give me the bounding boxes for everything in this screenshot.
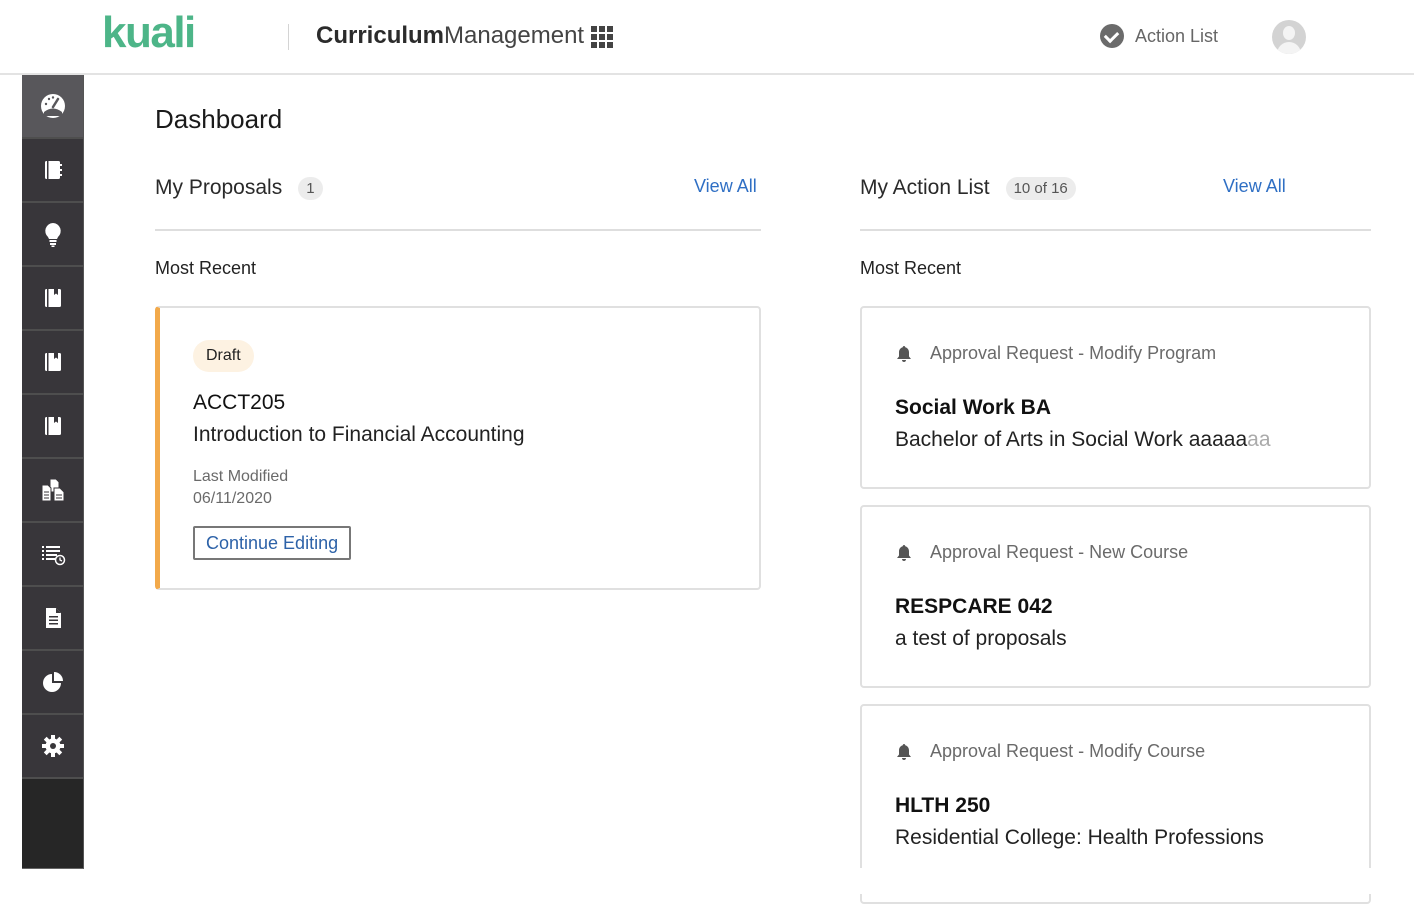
app-name-light: Management <box>444 22 585 49</box>
user-avatar-icon[interactable] <box>1272 20 1306 54</box>
sidebar-item-proposals[interactable] <box>22 203 83 267</box>
kuali-logo[interactable]: kuali <box>102 8 196 58</box>
gear-icon <box>41 735 64 757</box>
header-divider <box>288 24 289 50</box>
bell-icon <box>897 544 911 561</box>
action-item-card[interactable]: Approval Request - New Course RESPCARE 0… <box>860 505 1371 688</box>
action-list-count-badge: 10 of 16 <box>1005 176 1076 200</box>
continue-editing-button[interactable]: Continue Editing <box>193 526 352 560</box>
sidebar-item-analytics[interactable] <box>22 651 83 715</box>
action-item-description-faded: aa <box>1247 428 1271 451</box>
proposals-divider <box>155 229 761 231</box>
sidebar-item-settings[interactable] <box>22 715 83 779</box>
app-name: CurriculumManagement <box>316 22 584 50</box>
action-list-header: My Action List 10 of 16 <box>860 172 1076 204</box>
document-icon <box>45 608 61 628</box>
action-item-type-label: Approval Request - Modify Program <box>930 343 1217 363</box>
action-list-label: Action List <box>1135 25 1219 46</box>
proposals-header: My Proposals 1 <box>155 172 323 204</box>
action-list-subheading: Most Recent <box>860 258 962 278</box>
proposals-count-badge: 1 <box>298 176 323 200</box>
action-item-code: RESPCARE 042 <box>895 595 1053 618</box>
action-list-divider <box>860 229 1371 231</box>
bell-icon <box>897 345 911 362</box>
action-item-description-text: Bachelor of Arts in Social Work aaaaa <box>895 428 1248 451</box>
action-item-type: Approval Request - Modify Course <box>895 741 1205 762</box>
last-modified-label: Last Modified <box>193 468 289 485</box>
proposal-code: ACCT205 <box>193 391 286 414</box>
action-item-description: Bachelor of Arts in Social Work aaaaaaa <box>895 428 1271 452</box>
status-badge: Draft <box>193 340 254 372</box>
action-item-type: Approval Request - New Course <box>895 542 1188 563</box>
proposals-view-all-link[interactable]: View All <box>694 176 757 197</box>
book-icon <box>44 417 61 435</box>
proposal-title: Introduction to Financial Accounting <box>193 423 525 446</box>
viewport-bottom-edge <box>84 868 1426 894</box>
action-item-card[interactable]: Approval Request - Modify Program Social… <box>860 306 1371 489</box>
action-item-description: Residential College: Health Professions <box>895 826 1264 849</box>
lightbulb-icon <box>44 223 61 247</box>
sidebar-item-action-list[interactable] <box>22 523 83 587</box>
page-title: Dashboard <box>155 104 283 134</box>
action-item-type: Approval Request - Modify Program <box>895 343 1216 364</box>
bell-icon <box>897 743 911 760</box>
action-item-description: a test of proposals <box>895 627 1067 650</box>
action-item-type-label: Approval Request - New Course <box>930 542 1189 562</box>
sidebar-item-programs[interactable] <box>22 139 83 203</box>
action-item-code: HLTH 250 <box>895 794 991 817</box>
check-circle-icon <box>1100 24 1124 48</box>
book-icon <box>44 289 61 307</box>
sidebar-item-reports[interactable] <box>22 587 83 651</box>
sidebar-item-specializations[interactable] <box>22 331 83 395</box>
proposals-title: My Proposals <box>155 176 283 199</box>
notebook-icon <box>44 161 62 179</box>
list-clock-icon <box>41 546 65 566</box>
book-icon <box>44 353 61 371</box>
speedometer-icon <box>40 94 65 118</box>
action-item-code: Social Work BA <box>895 396 1051 419</box>
grid-apps-icon[interactable] <box>591 26 613 48</box>
top-bar: kuali CurriculumManagement Action List <box>0 0 1414 75</box>
proposals-subheading: Most Recent <box>155 258 257 278</box>
proposal-card[interactable]: Draft ACCT205 Introduction to Financial … <box>155 306 761 590</box>
action-item-type-label: Approval Request - Modify Course <box>930 741 1206 761</box>
sidebar-item-dashboard[interactable] <box>22 75 83 139</box>
last-modified-date: 06/11/2020 <box>193 490 272 507</box>
copy-files-icon <box>41 478 64 502</box>
sidebar <box>22 75 84 869</box>
action-list-title: My Action List <box>860 176 990 199</box>
action-list-view-all-link[interactable]: View All <box>1223 176 1286 197</box>
action-list-link[interactable]: Action List <box>1100 24 1218 48</box>
sidebar-item-courses[interactable] <box>22 267 83 331</box>
sidebar-item-experiences[interactable] <box>22 395 83 459</box>
app-name-bold: Curriculum <box>316 22 445 49</box>
pie-chart-icon <box>42 672 63 692</box>
sidebar-item-documents[interactable] <box>22 459 83 523</box>
